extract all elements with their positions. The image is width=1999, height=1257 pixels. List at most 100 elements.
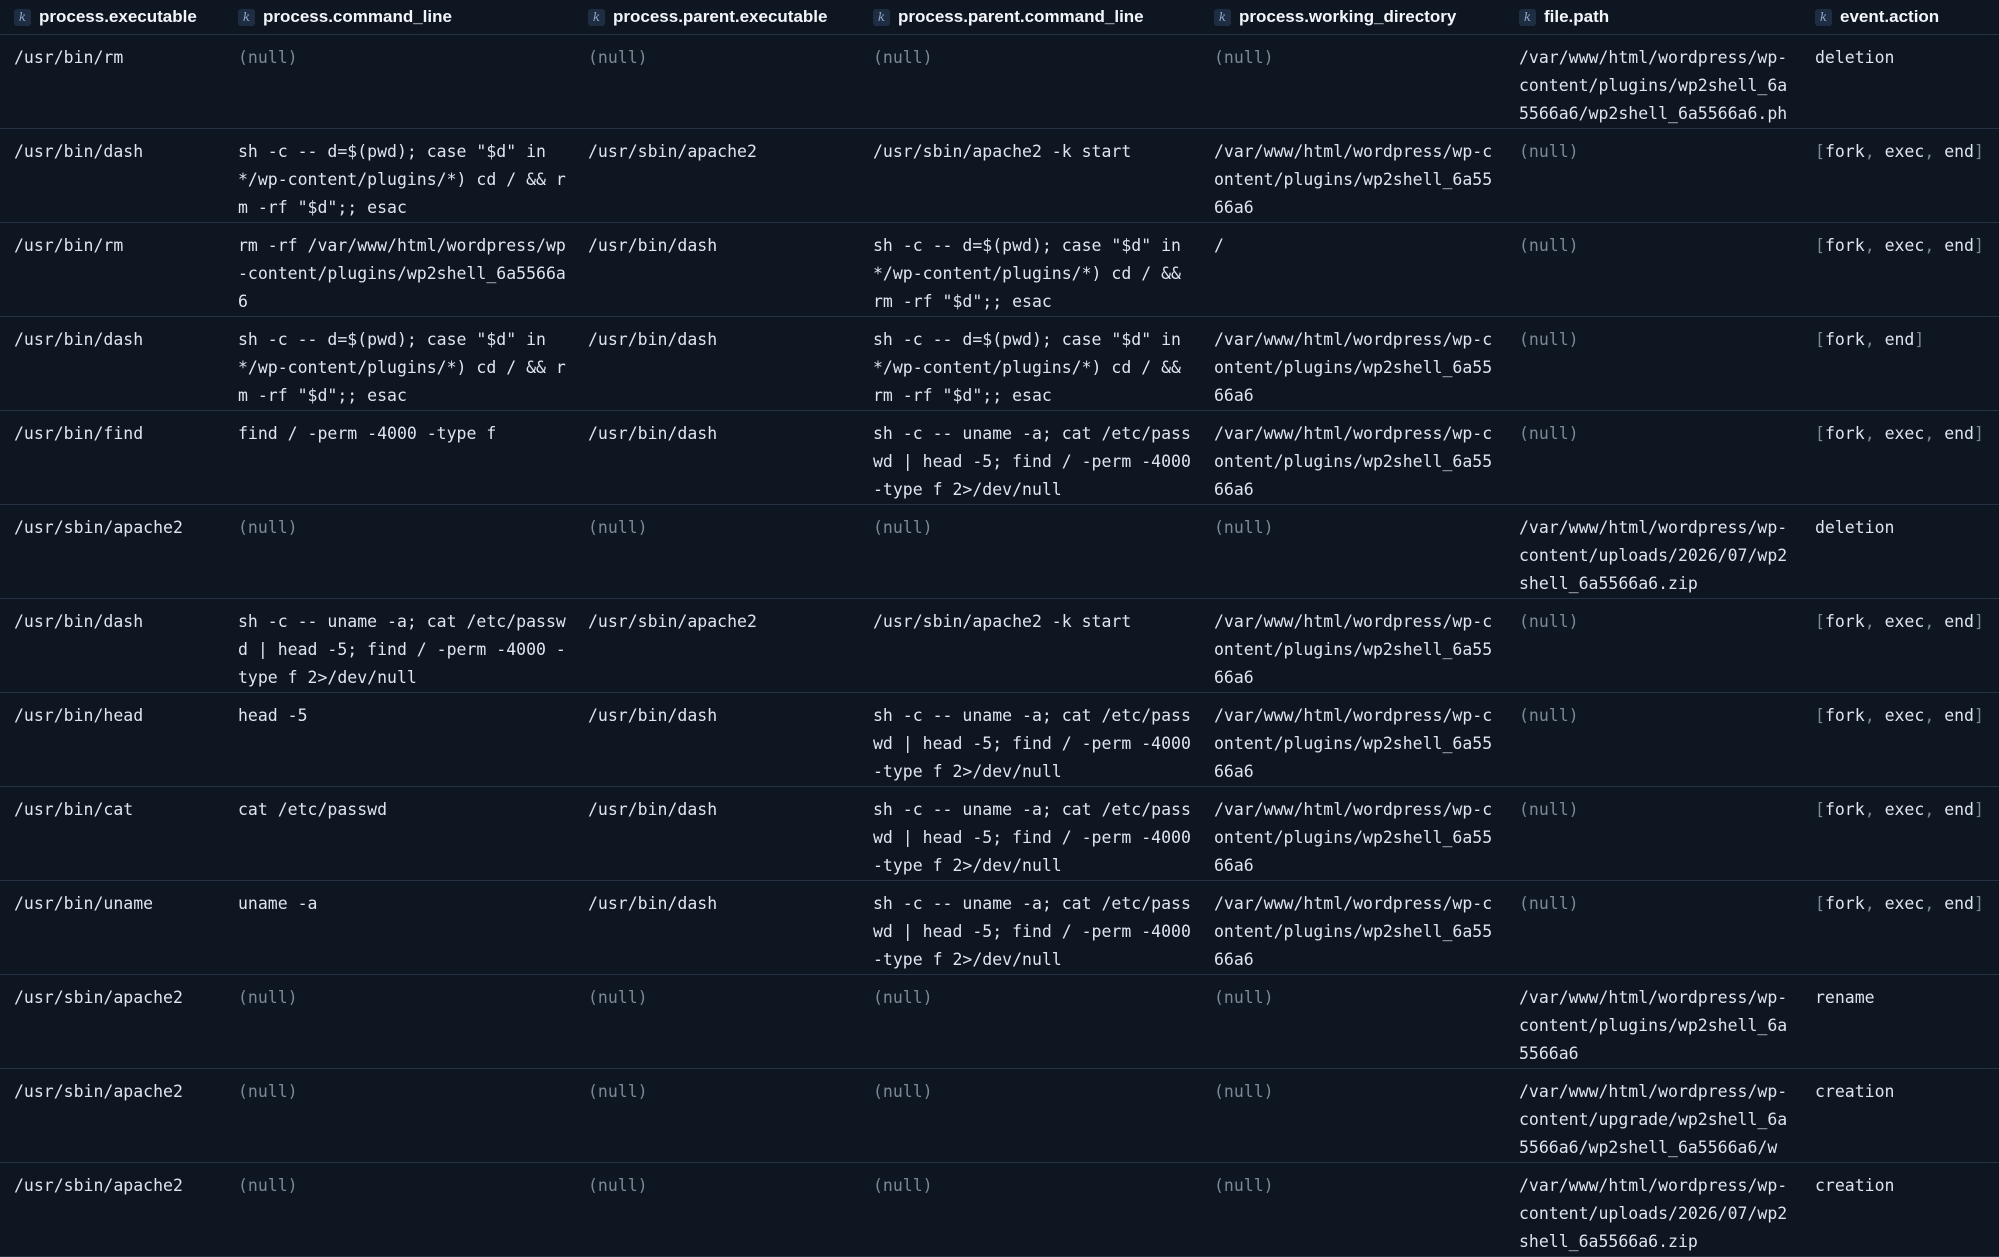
cell-process-command-line[interactable]: find / -perm -4000 -type f (224, 410, 574, 505)
cell-process-executable[interactable]: /usr/bin/head (0, 692, 224, 787)
cell-process-executable[interactable]: /usr/sbin/apache2 (0, 1068, 224, 1163)
cell-process-working-directory[interactable]: /var/www/html/wordpress/wp-content/plugi… (1200, 692, 1505, 787)
cell-event-action[interactable]: [fork, exec, end] (1801, 598, 1999, 693)
cell-event-action[interactable]: [fork, exec, end] (1801, 128, 1999, 223)
cell-process-parent-command-line[interactable]: sh -c -- uname -a; cat /etc/passwd | hea… (859, 880, 1200, 975)
cell-process-working-directory[interactable]: /var/www/html/wordpress/wp-content/plugi… (1200, 786, 1505, 881)
cell-process-parent-executable[interactable]: /usr/sbin/apache2 (574, 598, 859, 693)
cell-file-path[interactable]: (null) (1505, 598, 1801, 693)
cell-process-parent-command-line[interactable]: (null) (859, 504, 1200, 599)
table-row[interactable]: /usr/bin/cat cat /etc/passwd/usr/bin/dash… (0, 786, 1999, 881)
cell-process-working-directory[interactable]: (null) (1200, 34, 1505, 129)
cell-process-command-line[interactable]: (null) (224, 1068, 574, 1163)
cell-process-executable[interactable]: /usr/bin/uname (0, 880, 224, 975)
cell-process-parent-command-line[interactable]: sh -c -- d=$(pwd); case "$d" in */wp-con… (859, 316, 1200, 411)
cell-process-parent-command-line[interactable]: (null) (859, 1068, 1200, 1163)
cell-event-action[interactable]: rename (1801, 974, 1999, 1069)
cell-process-parent-executable[interactable]: /usr/bin/dash (574, 880, 859, 975)
cell-file-path[interactable]: /var/www/html/wordpress/wp-content/upgra… (1505, 1068, 1801, 1163)
cell-process-command-line[interactable]: (null) (224, 974, 574, 1069)
cell-process-parent-executable[interactable]: /usr/bin/dash (574, 692, 859, 787)
column-header-process-working-directory[interactable]: k process.working_directory (1200, 0, 1505, 35)
table-row[interactable]: /usr/bin/dash sh -c -- d=$(pwd); case "$d… (0, 128, 1999, 223)
cell-process-parent-command-line[interactable]: sh -c -- uname -a; cat /etc/passwd | hea… (859, 410, 1200, 505)
cell-process-command-line[interactable]: (null) (224, 1162, 574, 1257)
cell-file-path[interactable]: /var/www/html/wordpress/wp-content/plugi… (1505, 34, 1801, 129)
cell-file-path[interactable]: (null) (1505, 786, 1801, 881)
cell-process-parent-command-line[interactable]: (null) (859, 974, 1200, 1069)
table-row[interactable]: /usr/bin/uname uname -a/usr/bin/dash sh -c… (0, 880, 1999, 975)
column-header-process-executable[interactable]: k process.executable (0, 0, 224, 35)
cell-process-executable[interactable]: /usr/sbin/apache2 (0, 974, 224, 1069)
cell-process-parent-executable[interactable]: /usr/bin/dash (574, 786, 859, 881)
cell-event-action[interactable]: [fork, exec, end] (1801, 692, 1999, 787)
cell-process-parent-executable[interactable]: /usr/bin/dash (574, 222, 859, 317)
table-row[interactable]: /usr/sbin/apache2 (null) (null) (null) (null… (0, 1068, 1999, 1163)
cell-file-path[interactable]: /var/www/html/wordpress/wp-content/plugi… (1505, 974, 1801, 1069)
cell-process-command-line[interactable]: (null) (224, 34, 574, 129)
table-row[interactable]: /usr/bin/rm rm -rf /var/www/html/wordpres… (0, 222, 1999, 317)
cell-process-parent-executable[interactable]: /usr/bin/dash (574, 316, 859, 411)
cell-file-path[interactable]: (null) (1505, 410, 1801, 505)
cell-process-command-line[interactable]: sh -c -- d=$(pwd); case "$d" in */wp-con… (224, 316, 574, 411)
cell-process-working-directory[interactable]: /var/www/html/wordpress/wp-content/plugi… (1200, 880, 1505, 975)
cell-file-path[interactable]: (null) (1505, 880, 1801, 975)
cell-process-command-line[interactable]: rm -rf /var/www/html/wordpress/wp-conten… (224, 222, 574, 317)
cell-process-parent-executable[interactable]: (null) (574, 974, 859, 1069)
cell-event-action[interactable]: [fork, end] (1801, 316, 1999, 411)
cell-process-parent-executable[interactable]: (null) (574, 34, 859, 129)
cell-event-action[interactable]: creation (1801, 1068, 1999, 1163)
cell-process-working-directory[interactable]: (null) (1200, 1162, 1505, 1257)
cell-process-executable[interactable]: /usr/sbin/apache2 (0, 1162, 224, 1257)
cell-process-executable[interactable]: /usr/sbin/apache2 (0, 504, 224, 599)
cell-file-path[interactable]: /var/www/html/wordpress/wp-content/uploa… (1505, 504, 1801, 599)
cell-process-parent-command-line[interactable]: (null) (859, 1162, 1200, 1257)
cell-file-path[interactable]: (null) (1505, 128, 1801, 223)
cell-process-parent-executable[interactable]: /usr/bin/dash (574, 410, 859, 505)
table-row[interactable]: /usr/bin/find find / -perm -4000 -type f /… (0, 410, 1999, 505)
table-row[interactable]: /usr/bin/dash sh -c -- uname -a; cat /etc… (0, 598, 1999, 693)
cell-process-parent-command-line[interactable]: sh -c -- uname -a; cat /etc/passwd | hea… (859, 786, 1200, 881)
cell-event-action[interactable]: [fork, exec, end] (1801, 880, 1999, 975)
cell-process-parent-executable[interactable]: (null) (574, 1068, 859, 1163)
cell-process-working-directory[interactable]: / (1200, 222, 1505, 317)
cell-process-working-directory[interactable]: (null) (1200, 1068, 1505, 1163)
cell-process-parent-command-line[interactable]: /usr/sbin/apache2 -k start (859, 128, 1200, 223)
cell-event-action[interactable]: deletion (1801, 504, 1999, 599)
cell-process-parent-command-line[interactable]: (null) (859, 34, 1200, 129)
cell-process-working-directory[interactable]: /var/www/html/wordpress/wp-content/plugi… (1200, 316, 1505, 411)
table-row[interactable]: /usr/sbin/apache2 (null) (null) (null) (null… (0, 504, 1999, 599)
cell-process-executable[interactable]: /usr/bin/rm (0, 34, 224, 129)
cell-file-path[interactable]: (null) (1505, 692, 1801, 787)
cell-process-parent-executable[interactable]: (null) (574, 504, 859, 599)
cell-file-path[interactable]: /var/www/html/wordpress/wp-content/uploa… (1505, 1162, 1801, 1257)
cell-process-working-directory[interactable]: /var/www/html/wordpress/wp-content/plugi… (1200, 128, 1505, 223)
cell-process-working-directory[interactable]: (null) (1200, 504, 1505, 599)
cell-event-action[interactable]: [fork, exec, end] (1801, 222, 1999, 317)
table-row[interactable]: /usr/bin/rm (null) (null) (null) (null) /var/… (0, 34, 1999, 129)
cell-process-working-directory[interactable]: /var/www/html/wordpress/wp-content/plugi… (1200, 598, 1505, 693)
column-header-process-command-line[interactable]: k process.command_line (224, 0, 574, 35)
cell-process-executable[interactable]: /usr/bin/dash (0, 316, 224, 411)
table-row[interactable]: /usr/bin/head head -5/usr/bin/dash sh -c -… (0, 692, 1999, 787)
column-header-event-action[interactable]: k event.action (1801, 0, 1999, 35)
column-header-process-parent-executable[interactable]: k process.parent.executable (574, 0, 859, 35)
cell-process-parent-command-line[interactable]: /usr/sbin/apache2 -k start (859, 598, 1200, 693)
cell-process-parent-command-line[interactable]: sh -c -- d=$(pwd); case "$d" in */wp-con… (859, 222, 1200, 317)
cell-process-command-line[interactable]: cat /etc/passwd (224, 786, 574, 881)
column-header-file-path[interactable]: k file.path (1505, 0, 1801, 35)
cell-process-executable[interactable]: /usr/bin/find (0, 410, 224, 505)
cell-file-path[interactable]: (null) (1505, 222, 1801, 317)
cell-process-parent-command-line[interactable]: sh -c -- uname -a; cat /etc/passwd | hea… (859, 692, 1200, 787)
cell-process-command-line[interactable]: sh -c -- d=$(pwd); case "$d" in */wp-con… (224, 128, 574, 223)
cell-event-action[interactable]: creation (1801, 1162, 1999, 1257)
cell-file-path[interactable]: (null) (1505, 316, 1801, 411)
cell-process-parent-executable[interactable]: (null) (574, 1162, 859, 1257)
cell-process-command-line[interactable]: (null) (224, 504, 574, 599)
cell-process-command-line[interactable]: head -5 (224, 692, 574, 787)
table-row[interactable]: /usr/sbin/apache2 (null) (null) (null) (null… (0, 1162, 1999, 1257)
cell-process-working-directory[interactable]: (null) (1200, 974, 1505, 1069)
column-header-process-parent-command-line[interactable]: k process.parent.command_line (859, 0, 1200, 35)
table-row[interactable]: /usr/bin/dash sh -c -- d=$(pwd); case "$d… (0, 316, 1999, 411)
cell-event-action[interactable]: [fork, exec, end] (1801, 410, 1999, 505)
